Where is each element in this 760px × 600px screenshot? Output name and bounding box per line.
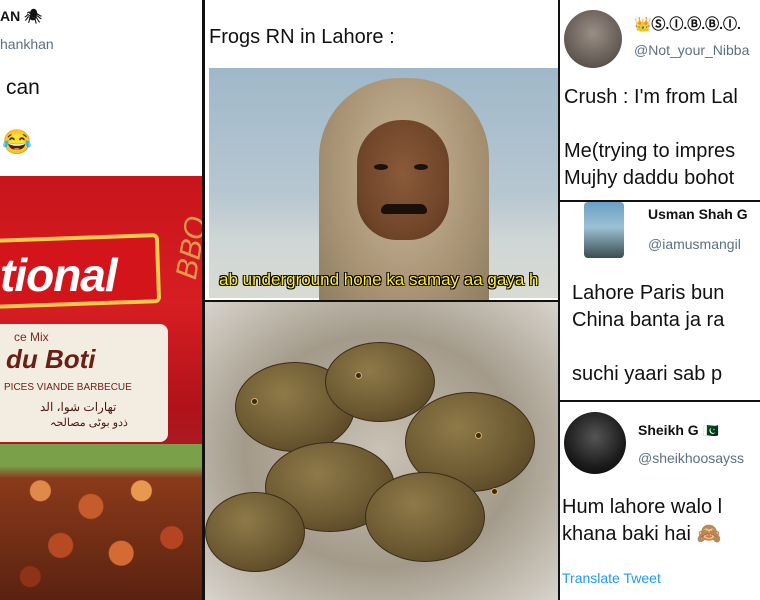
packet-urdu-text-2: ذدو بوٹی مصالحہ — [50, 417, 128, 429]
tweet-card-2: Usman Shah G @iamusmangil Lahore Paris b… — [560, 202, 760, 400]
spice-packet-photo: tional BBQ ce Mix du Boti PICES VIANDE B… — [0, 176, 202, 600]
packet-mix-text: ce Mix — [14, 330, 49, 344]
frog — [205, 492, 305, 572]
tweet-author-handle[interactable]: @Not_your_Nibba — [634, 42, 749, 58]
laughing-emoji: 😂 — [2, 129, 32, 156]
pakistan-flag-icon: 🇵🇰 — [702, 423, 719, 438]
packet-brand: tional — [0, 249, 118, 301]
frog-eye — [355, 372, 362, 379]
mustache-shape — [381, 204, 427, 214]
left-tweet-header: AN 🕷 hankhan can 😂 — [0, 0, 202, 176]
meme-panel: Frogs RN in Lahore : ab underground hone… — [205, 0, 558, 300]
tweet-author-name[interactable]: AN 🕷 — [0, 8, 42, 25]
packet-product-name: du Boti — [6, 344, 96, 374]
packet-french-text: PICES VIANDE BARBECUE — [4, 382, 132, 393]
avatar[interactable] — [564, 10, 622, 68]
frog-eye — [251, 398, 258, 405]
frogs-in-sack-photo — [205, 302, 558, 600]
meme-title: Frogs RN in Lahore : — [209, 26, 395, 48]
tweet-text: Lahore Paris bun China banta ja ra suchi… — [572, 282, 725, 385]
frog-eye — [491, 488, 498, 495]
avatar[interactable] — [564, 412, 626, 474]
frog — [365, 472, 485, 562]
tweet-text: can — [6, 76, 40, 99]
packet-bbq-text: BBQ — [170, 213, 202, 282]
tweet-author-name[interactable]: Usman Shah G — [648, 206, 748, 222]
tweet-text: Crush : I'm from Lal Me(trying to impres… — [564, 86, 738, 189]
man-in-shawl-photo — [209, 68, 558, 300]
avatar[interactable] — [584, 202, 624, 258]
face-shape — [357, 120, 449, 240]
tweet-card-3: Sheikh G 🇵🇰 @sheikhoosayss Hum lahore wa… — [560, 402, 760, 600]
left-tweet-panel: AN 🕷 hankhan can 😂 tional BBQ ce Mix du … — [0, 0, 202, 600]
tweet-author-handle[interactable]: @iamusmangil — [648, 236, 741, 252]
tweet-author-name[interactable]: Sheikh G 🇵🇰 — [638, 422, 719, 439]
packet-urdu-text-1: تهارات شوا، الد — [40, 400, 117, 414]
translate-tweet-link[interactable]: Translate Tweet — [562, 570, 661, 586]
frog-eye — [475, 432, 482, 439]
meme-caption: ab underground hone ka samay aa gaya h — [219, 270, 539, 289]
tweet-author-name[interactable]: 👑Ⓢ.Ⓘ.Ⓑ.Ⓑ.Ⓘ. — [634, 14, 741, 34]
eye-left — [374, 164, 388, 170]
tweet-author-handle[interactable]: hankhan — [0, 36, 54, 52]
grilled-meat-image — [0, 444, 202, 600]
tweet-card-1: 👑Ⓢ.Ⓘ.Ⓑ.Ⓑ.Ⓘ. @Not_your_Nibba Crush : I'm … — [560, 0, 760, 200]
tweet-author-name-text: Sheikh G — [638, 422, 699, 438]
eye-right — [414, 164, 428, 170]
tweet-author-handle[interactable]: @sheikhoosayss — [638, 450, 744, 466]
tweet-text: Hum lahore walo l khana baki hai 🙈 — [562, 496, 723, 545]
